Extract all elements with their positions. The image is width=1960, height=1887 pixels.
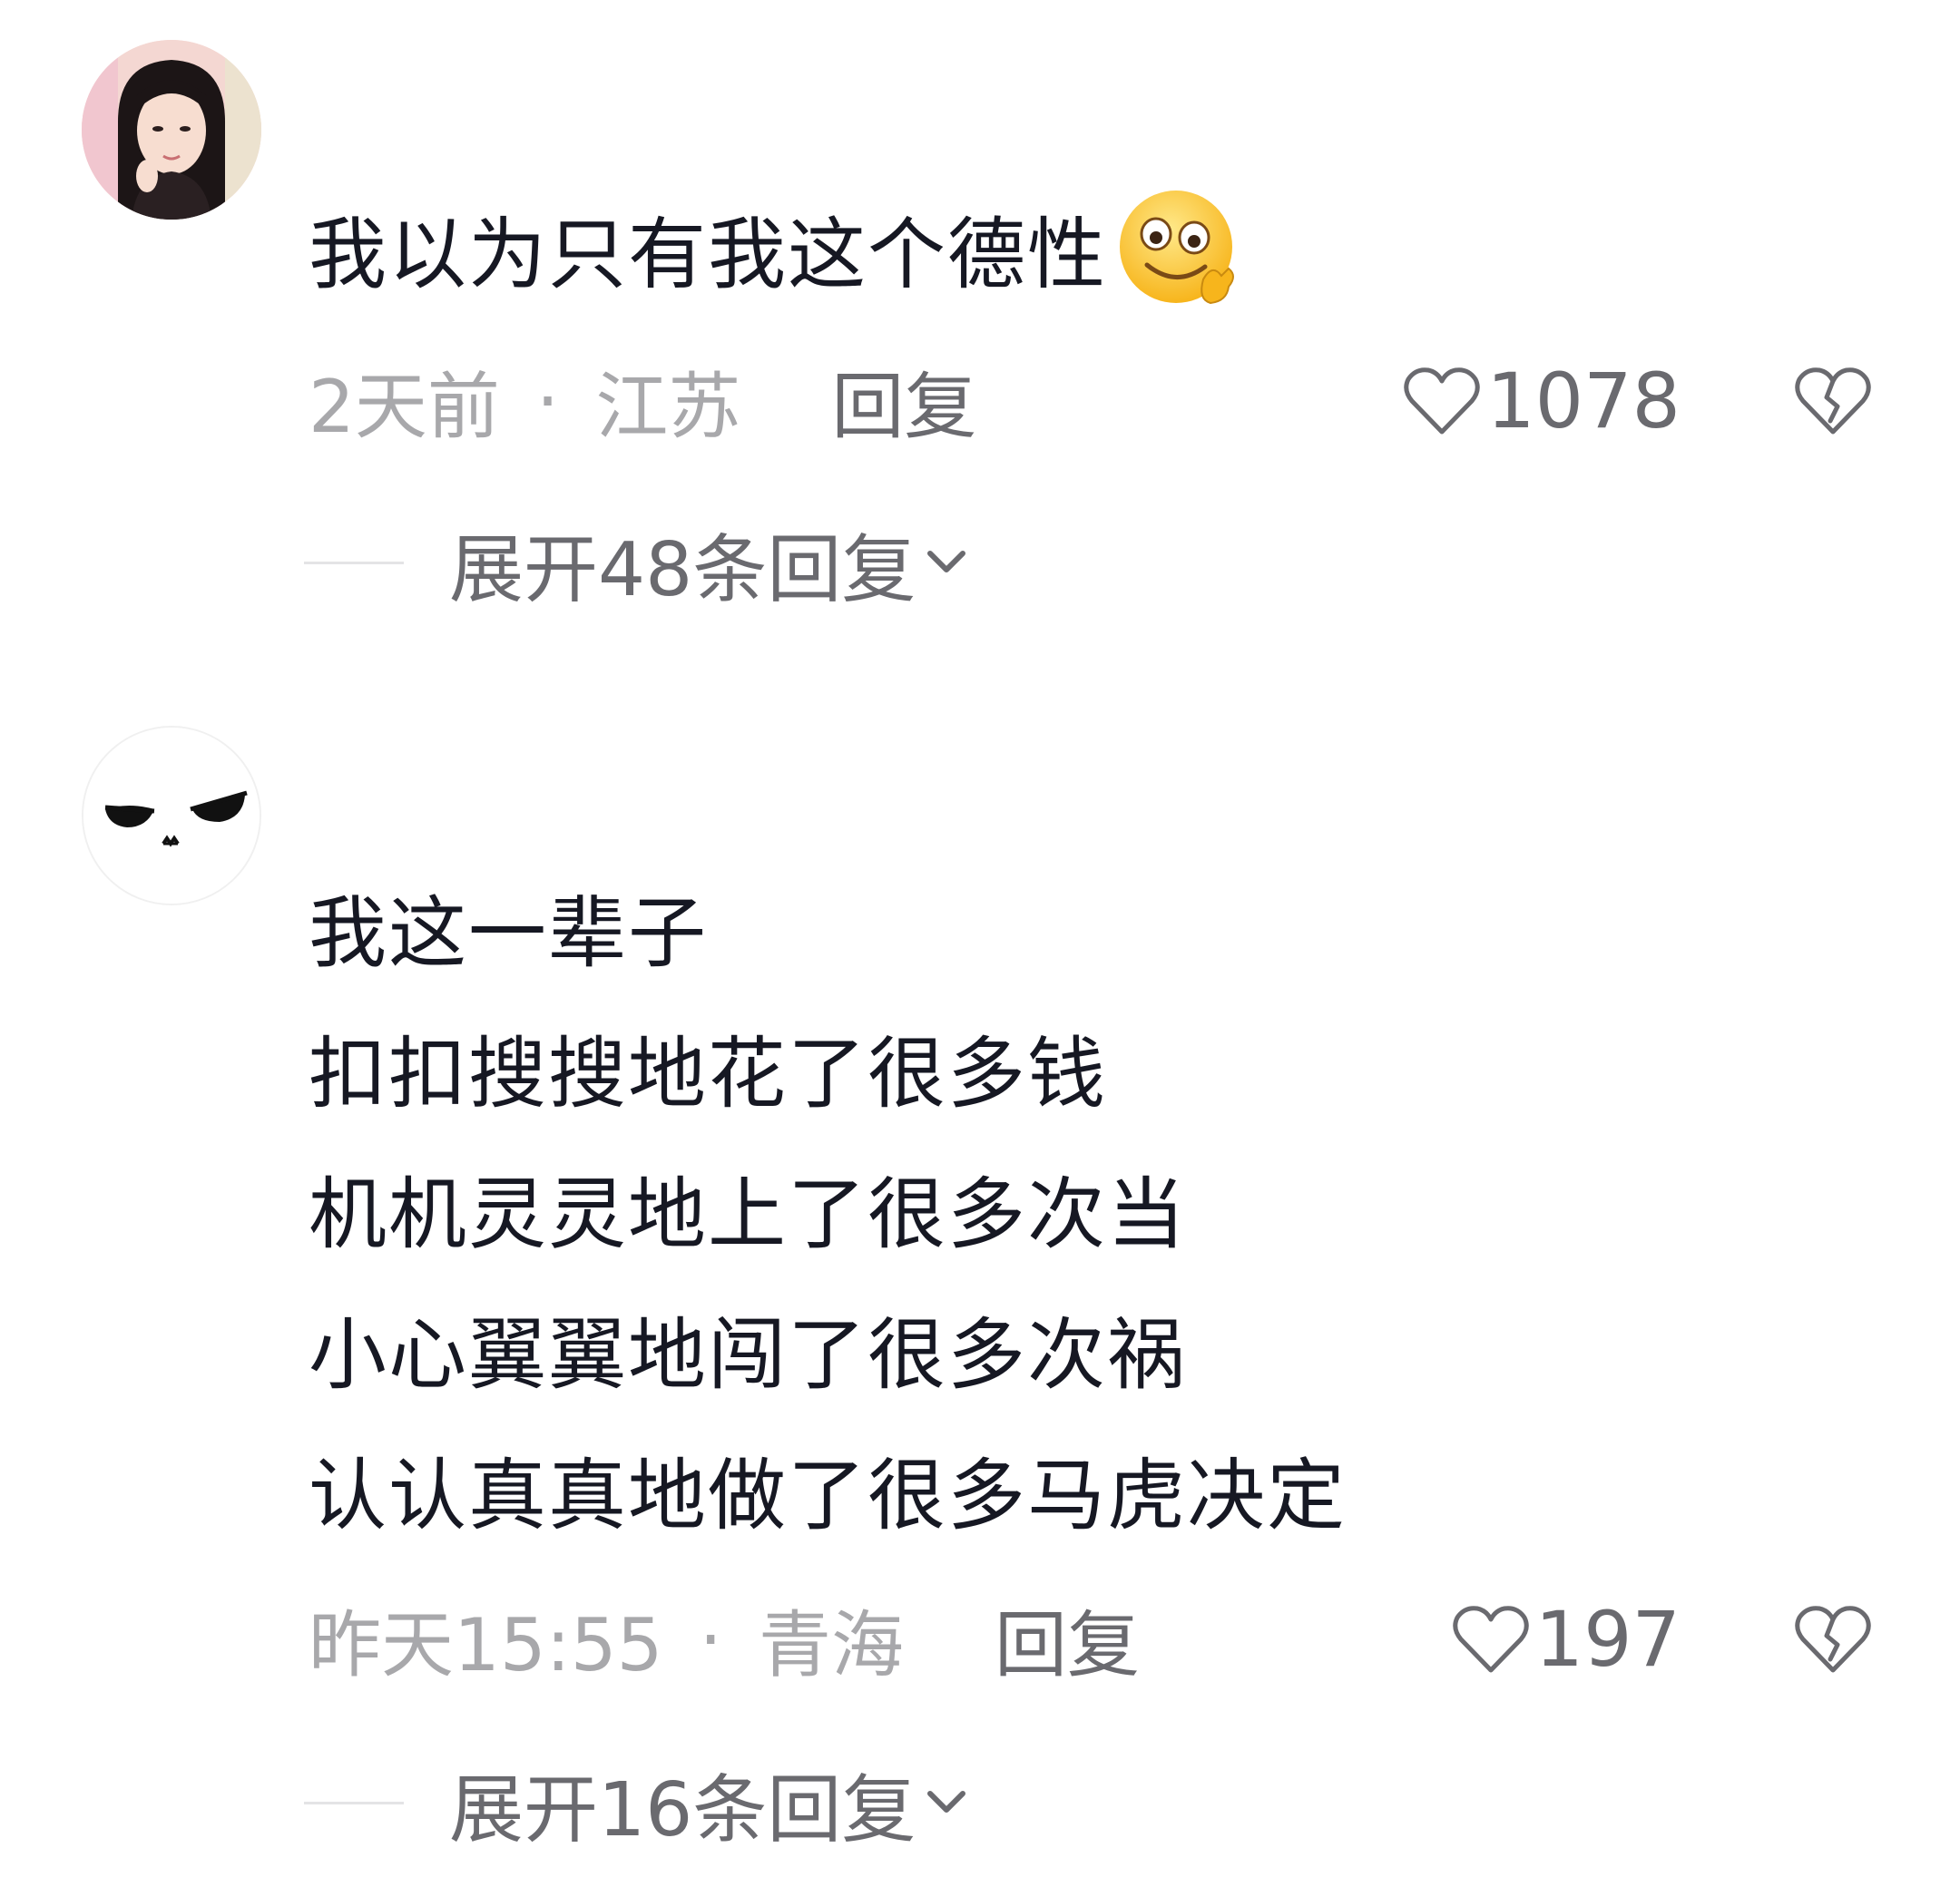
- like-button[interactable]: 197: [1452, 1589, 1681, 1689]
- comment-location: 江苏: [595, 365, 741, 449]
- comment-meta: 2天前 · 江苏 回复: [309, 351, 976, 451]
- like-button[interactable]: 1078: [1403, 351, 1681, 451]
- broken-heart-icon: [1795, 1606, 1871, 1673]
- expand-replies-label: 展开16条回复: [449, 1766, 916, 1853]
- comment-time: 2天前: [309, 365, 500, 449]
- meta-separator: ·: [699, 1597, 722, 1682]
- dislike-button[interactable]: [1788, 1589, 1878, 1689]
- comment-meta: 昨天15:55 · 青海 回复: [309, 1589, 1140, 1689]
- comment-line: 我这一辈子: [309, 888, 708, 979]
- comment-time: 昨天15:55: [309, 1603, 663, 1687]
- expand-replies-label: 展开48条回复: [449, 526, 916, 613]
- expand-replies-button[interactable]: 展开48条回复: [304, 513, 970, 613]
- avatar-photo: [82, 40, 261, 220]
- reply-button[interactable]: 回复: [995, 1587, 1140, 1692]
- dislike-button[interactable]: [1788, 351, 1878, 451]
- heart-outline-icon: [1452, 1606, 1529, 1673]
- comment-line: 我以为只有我这个德性: [309, 210, 1107, 300]
- meta-separator: ·: [535, 358, 560, 444]
- comment-text: 我以为只有我这个德性: [309, 181, 1247, 326]
- comment-line: 扣扣搜搜地花了很多钱: [309, 1029, 1107, 1119]
- heart-outline-icon: [1404, 367, 1480, 435]
- thinking-wink-emoji-icon: [1111, 181, 1247, 318]
- like-count: 1078: [1486, 357, 1681, 445]
- broken-heart-icon: [1795, 367, 1871, 435]
- comment-text: 我这一辈子 扣扣搜搜地花了很多钱 机机灵灵地上了很多次当 小心翼翼地闯了很多次祸…: [309, 864, 1347, 1567]
- reply-button[interactable]: 回复: [831, 348, 976, 454]
- avatar[interactable]: [82, 726, 261, 905]
- comment-line: 机机灵灵地上了很多次当: [309, 1169, 1187, 1260]
- comment-line: 小心翼翼地闯了很多次祸: [309, 1310, 1187, 1401]
- expand-replies-button[interactable]: 展开16条回复: [304, 1753, 970, 1853]
- chevron-down-icon: [923, 544, 970, 581]
- divider-line: [304, 561, 404, 564]
- comment-location: 青海: [758, 1603, 904, 1687]
- comment-line: 认认真真地做了很多马虎决定: [309, 1451, 1347, 1541]
- avatar[interactable]: [82, 40, 261, 220]
- avatar-cartoon-face: [83, 728, 260, 904]
- chevron-down-icon: [923, 1784, 970, 1821]
- like-count: 197: [1534, 1595, 1681, 1684]
- divider-line: [304, 1801, 404, 1804]
